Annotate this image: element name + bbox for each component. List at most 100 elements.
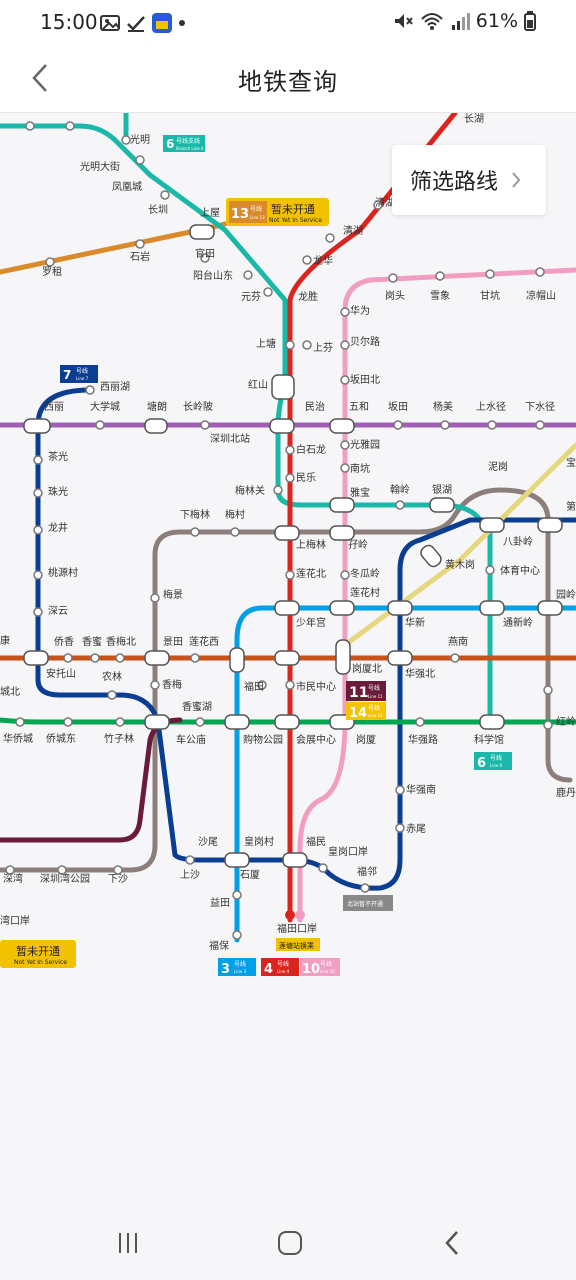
station-dot[interactable] xyxy=(285,680,295,690)
station-dot[interactable] xyxy=(5,865,15,875)
station-dot[interactable] xyxy=(160,190,170,200)
transfer-civic[interactable] xyxy=(274,650,300,666)
transfer-huaqiangbei[interactable] xyxy=(387,650,413,666)
station-dot[interactable] xyxy=(273,485,283,495)
station-dot[interactable] xyxy=(63,653,73,663)
station-dot[interactable] xyxy=(232,890,242,900)
station-dot[interactable] xyxy=(543,685,553,695)
station-dot[interactable] xyxy=(263,287,273,297)
station-dot[interactable] xyxy=(185,855,195,865)
station-dot[interactable] xyxy=(115,717,125,727)
station-dot[interactable] xyxy=(230,527,240,537)
station-dot[interactable] xyxy=(340,463,350,473)
station-dot[interactable] xyxy=(487,420,497,430)
transfer-lianhuabei[interactable] xyxy=(274,600,300,616)
transfer-shangwu[interactable] xyxy=(189,224,215,240)
station-dot[interactable] xyxy=(340,375,350,385)
station-dot[interactable] xyxy=(150,680,160,690)
transfer-changlingpi[interactable] xyxy=(144,418,168,434)
station-dot[interactable] xyxy=(395,823,405,833)
station-dot[interactable] xyxy=(393,420,403,430)
subway-map[interactable]: 光明 光明大街 凤凰城 长圳 上屋 石岩 官田 罗租 阳台山东 元芬 龙华 龙胜… xyxy=(0,113,576,1205)
station-dot[interactable] xyxy=(340,440,350,450)
transfer-hongling[interactable] xyxy=(537,600,563,616)
transfer-chegongmiao[interactable] xyxy=(144,714,170,730)
station-dot[interactable] xyxy=(535,420,545,430)
station-dot[interactable] xyxy=(63,717,73,727)
station-dot[interactable] xyxy=(45,257,55,267)
subway-map-svg[interactable]: 光明 光明大街 凤凰城 长圳 上屋 石岩 官田 罗租 阳台山东 元芬 龙华 龙胜… xyxy=(0,113,576,1205)
station-dot[interactable] xyxy=(543,720,553,730)
line4-path[interactable] xyxy=(287,113,458,923)
transfer-lianhua-west[interactable] xyxy=(229,647,245,673)
station-dot[interactable] xyxy=(195,717,205,727)
transfer-science-museum[interactable] xyxy=(479,714,505,730)
station-dot[interactable] xyxy=(85,385,95,395)
station-dot[interactable] xyxy=(285,473,295,483)
station-dot[interactable] xyxy=(65,121,75,131)
station-dot[interactable] xyxy=(33,607,43,617)
station-dot[interactable] xyxy=(33,455,43,465)
station-dot[interactable] xyxy=(360,883,370,893)
transfer-fumin[interactable] xyxy=(282,852,308,868)
transfer-shopping-park[interactable] xyxy=(224,714,250,730)
station-dot[interactable] xyxy=(440,420,450,430)
station-dot[interactable] xyxy=(200,420,210,430)
station-dot[interactable] xyxy=(340,340,350,350)
station-dot[interactable] xyxy=(15,717,25,727)
transfer-yabao[interactable] xyxy=(329,497,355,513)
terminal-dot-line10[interactable] xyxy=(295,910,305,920)
station-dot[interactable] xyxy=(285,570,295,580)
station-dot[interactable] xyxy=(285,445,295,455)
transfer-huanggangcun[interactable] xyxy=(224,852,250,868)
station-dot[interactable] xyxy=(450,653,460,663)
station-dot[interactable] xyxy=(33,525,43,535)
station-dot[interactable] xyxy=(302,340,312,350)
station-dot[interactable] xyxy=(135,239,145,249)
station-dot[interactable] xyxy=(107,690,117,700)
transfer-anjiang[interactable] xyxy=(23,650,49,666)
transfer-hongshan[interactable] xyxy=(271,374,295,400)
station-dot[interactable] xyxy=(243,270,253,280)
transfer-xili[interactable] xyxy=(23,418,51,434)
station-dot[interactable] xyxy=(95,420,105,430)
transfer-jingtian[interactable] xyxy=(144,650,170,666)
station-dot[interactable] xyxy=(435,271,445,281)
station-dot[interactable] xyxy=(115,653,125,663)
station-dot[interactable] xyxy=(90,653,100,663)
station-dot[interactable] xyxy=(485,565,495,575)
transfer-shangmeilin[interactable] xyxy=(274,525,300,541)
station-dot[interactable] xyxy=(318,863,328,873)
back-nav-button[interactable] xyxy=(432,1223,472,1263)
transfer-convention[interactable] xyxy=(274,714,300,730)
station-dot[interactable] xyxy=(113,865,123,875)
station-dot[interactable] xyxy=(232,930,242,940)
station-dot[interactable] xyxy=(340,307,350,317)
transfer-huaxin[interactable] xyxy=(387,600,413,616)
station-dot[interactable] xyxy=(25,121,35,131)
line10-path[interactable] xyxy=(297,267,576,923)
station-dot[interactable] xyxy=(395,785,405,795)
station-dot[interactable] xyxy=(190,527,200,537)
home-button[interactable] xyxy=(270,1223,310,1263)
station-dot[interactable] xyxy=(57,865,67,875)
transfer-maling[interactable] xyxy=(329,525,355,541)
station-dot[interactable] xyxy=(395,500,405,510)
station-dot[interactable] xyxy=(135,155,145,165)
station-dot-guangming[interactable] xyxy=(121,135,131,145)
station-dot[interactable] xyxy=(190,653,200,663)
station-dot[interactable] xyxy=(150,593,160,603)
station-dot[interactable] xyxy=(33,488,43,498)
terminal-dot-line4[interactable] xyxy=(285,910,295,920)
station-dot[interactable] xyxy=(485,269,495,279)
transfer-yinhu[interactable] xyxy=(429,497,455,513)
station-dot[interactable] xyxy=(33,570,43,580)
transfer-wuhe[interactable] xyxy=(329,418,355,434)
transfer-lianhuacun[interactable] xyxy=(329,600,355,616)
transfer-huangmugang[interactable] xyxy=(419,543,444,569)
filter-routes-button[interactable]: 筛选路线 xyxy=(392,145,546,215)
transfer-gangxia-north[interactable] xyxy=(335,639,351,675)
station-dot[interactable] xyxy=(340,570,350,580)
station-dot[interactable] xyxy=(535,267,545,277)
station-dot[interactable] xyxy=(302,255,312,265)
